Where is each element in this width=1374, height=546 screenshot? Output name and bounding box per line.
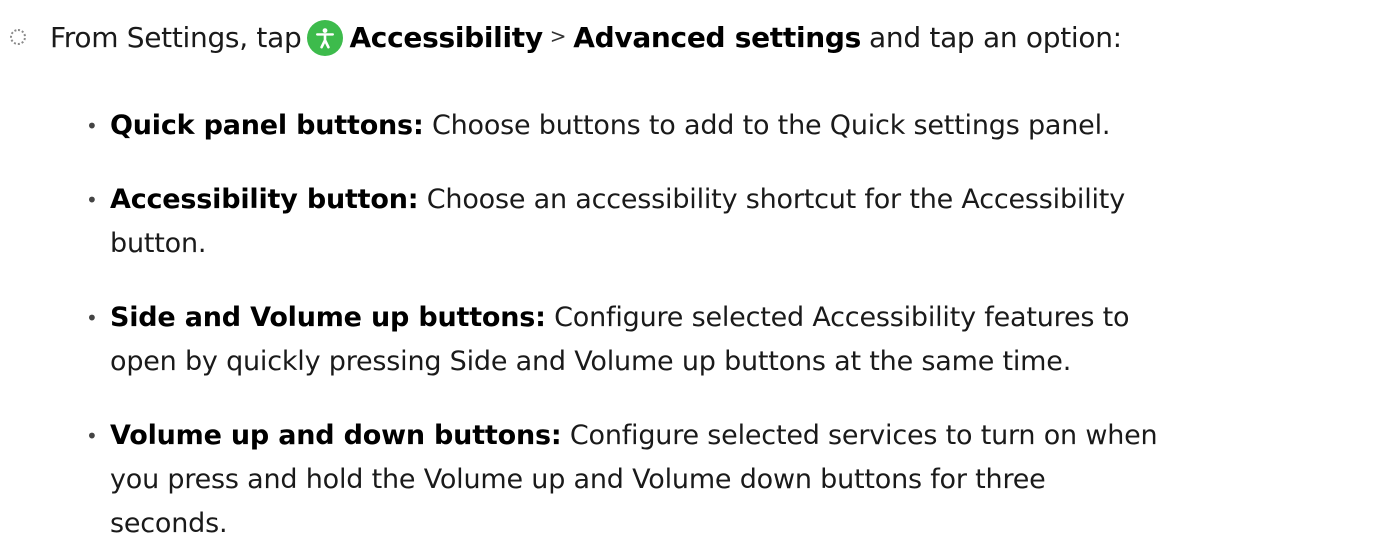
list-item: • Volume up and down buttons: Configure …: [86, 414, 1350, 546]
option-colon: :: [407, 184, 419, 215]
option-line: Side and Volume up buttons: Configure se…: [110, 296, 1350, 340]
list-item: • Quick panel buttons: Choose buttons to…: [86, 104, 1350, 148]
option-colon: :: [535, 302, 546, 333]
list-item: • Side and Volume up buttons: Configure …: [86, 296, 1350, 384]
bullet-icon: •: [86, 188, 98, 212]
instruction-document: From Settings, tap Accessibility > Advan…: [0, 0, 1374, 539]
option-description: Configure selected Accessibility feature…: [554, 302, 1130, 333]
list-item: • Accessibility button: Choose an access…: [86, 178, 1350, 266]
option-title: Quick panel buttons: [110, 110, 413, 141]
option-line: Volume up and down buttons: Configure se…: [110, 414, 1350, 458]
option-title: Accessibility button: [110, 184, 408, 215]
option-description-continued: you press and hold the Volume up and Vol…: [110, 464, 1046, 495]
option-description-continued: button.: [110, 228, 207, 259]
option-colon: :: [550, 420, 562, 451]
bullet-icon: •: [86, 306, 98, 330]
option-description: Configure selected services to turn on w…: [569, 420, 1158, 451]
bullet-icon: •: [86, 424, 98, 448]
bullet-icon: •: [86, 114, 98, 138]
option-line: Quick panel buttons: Choose buttons to a…: [110, 104, 1350, 148]
option-description-continued: open by quickly pressing Side and Volume…: [110, 346, 1072, 377]
option-colon: :: [412, 110, 424, 141]
option-title: Volume up and down buttons: [110, 420, 551, 451]
option-description-continued: seconds.: [110, 508, 228, 539]
option-line: Accessibility button: Choose an accessib…: [110, 178, 1350, 222]
option-description: Choose an accessibility shortcut for the…: [426, 184, 1125, 215]
option-description: Choose buttons to add to the Quick setti…: [431, 110, 1111, 141]
option-list: • Quick panel buttons: Choose buttons to…: [0, 0, 1374, 539]
option-title: Side and Volume up buttons: [110, 302, 536, 333]
